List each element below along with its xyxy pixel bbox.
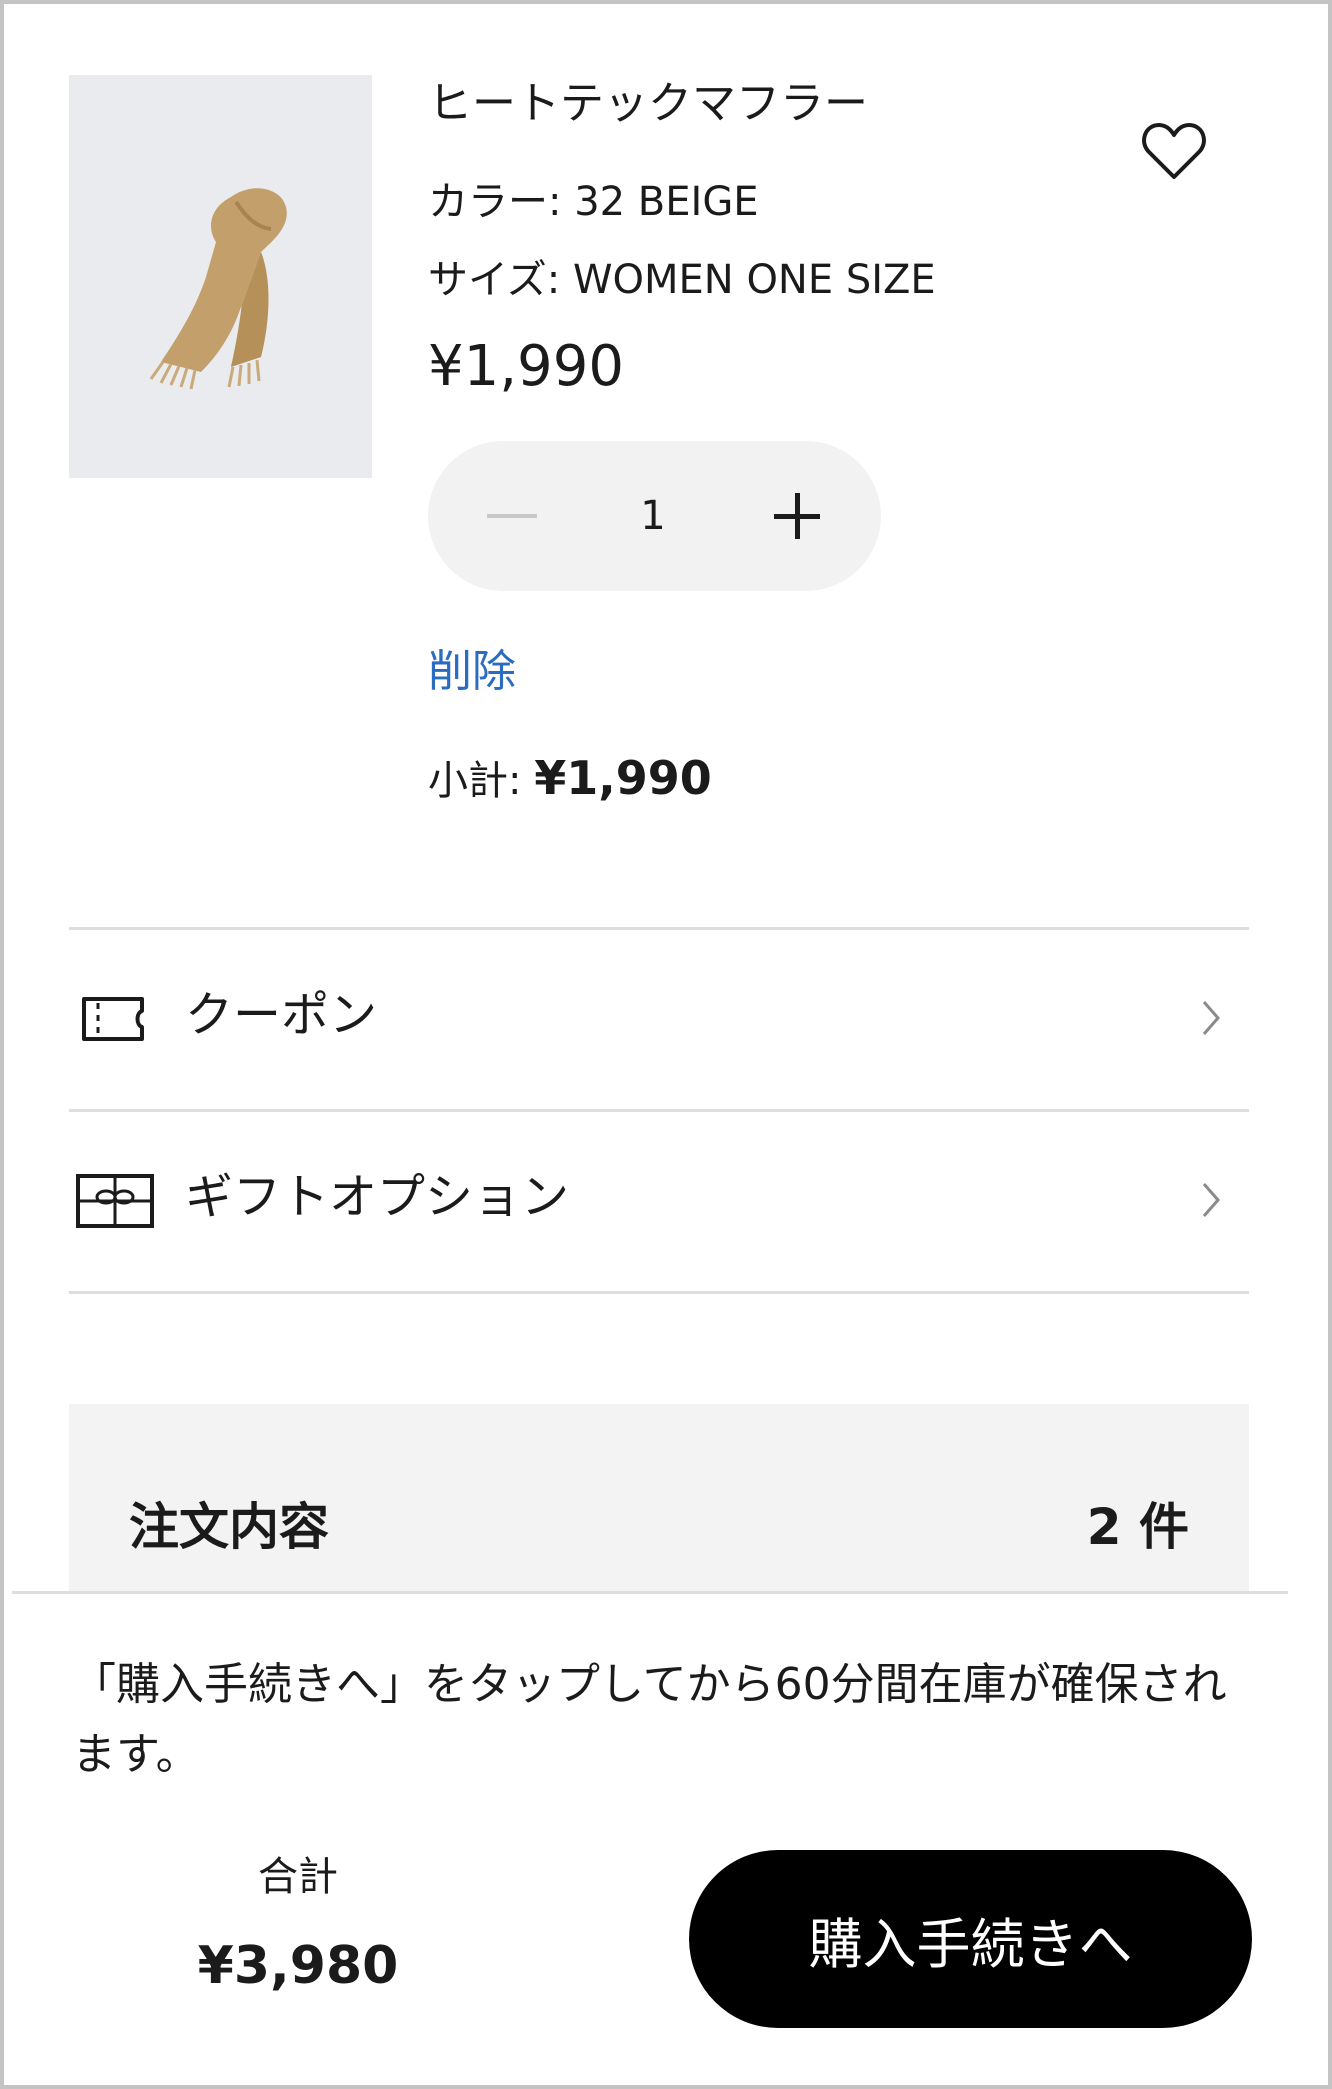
gift-icon — [75, 1171, 155, 1231]
subtotal-label: 小計: — [428, 758, 522, 804]
checkout-footer: 「購入手続きへ」をタップしてから60分間在庫が確保されます。 合計 ¥3,980… — [12, 1591, 1288, 2085]
subtotal: 小計: ¥1,990 — [428, 750, 712, 809]
product-size: サイズ: WOMEN ONE SIZE — [428, 257, 936, 303]
order-item-count: 2 件 — [1086, 1498, 1189, 1556]
coupon-row[interactable]: クーポン — [69, 927, 1249, 1109]
chevron-right-icon — [1191, 993, 1231, 1043]
stock-reservation-notice: 「購入手続きへ」をタップしてから60分間在庫が確保されます。 — [72, 1659, 1227, 1780]
chevron-right-icon — [1191, 1175, 1231, 1225]
product-name[interactable]: ヒートテックマフラー — [428, 76, 868, 132]
coupon-label: クーポン — [185, 987, 378, 1043]
quantity-stepper: 1 — [428, 441, 881, 591]
gift-option-row[interactable]: ギフトオプション — [69, 1109, 1249, 1291]
ticket-icon — [75, 989, 155, 1049]
decrease-quantity-button[interactable] — [472, 476, 552, 556]
scarf-image — [149, 187, 287, 389]
subtotal-value: ¥1,990 — [534, 751, 712, 805]
product-color: カラー: 32 BEIGE — [428, 179, 759, 225]
quantity-value: 1 — [640, 493, 666, 539]
gift-option-label: ギフトオプション — [185, 1169, 570, 1225]
total-value: ¥3,980 — [197, 1936, 399, 1996]
checkout-button[interactable]: 購入手続きへ — [689, 1850, 1252, 2028]
cart-panel: ヒートテックマフラー カラー: 32 BEIGE サイズ: WOMEN ONE … — [0, 0, 1332, 2089]
favorite-button[interactable] — [1136, 116, 1212, 186]
increase-quantity-button[interactable] — [757, 476, 837, 556]
plus-icon — [774, 493, 820, 539]
divider — [69, 1291, 1249, 1294]
order-summary-title: 注文内容 — [129, 1498, 329, 1556]
total-label: 合計 — [258, 1854, 338, 1900]
heart-icon — [1142, 123, 1206, 179]
delete-link[interactable]: 削除 — [428, 644, 516, 700]
product-image[interactable] — [69, 75, 372, 478]
minus-icon — [487, 514, 537, 518]
product-price: ¥1,990 — [428, 334, 624, 399]
order-summary: 注文内容 2 件 — [69, 1404, 1249, 1594]
